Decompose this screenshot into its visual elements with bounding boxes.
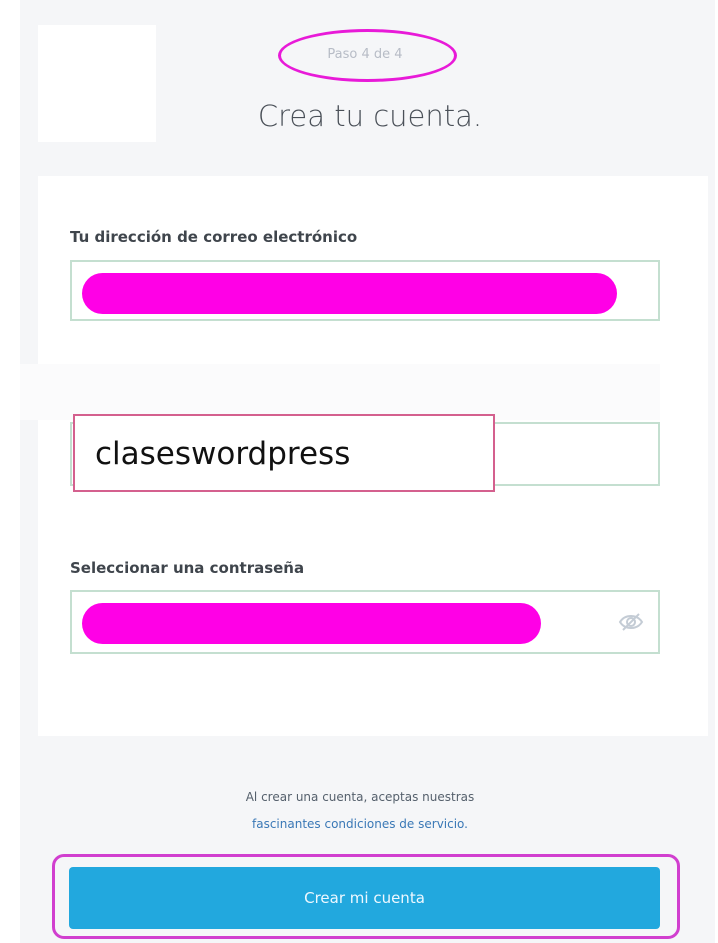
email-label: Tu dirección de correo electrónico bbox=[70, 228, 358, 246]
username-callout: claseswordpress bbox=[73, 414, 495, 492]
step-highlight-circle bbox=[278, 29, 457, 82]
terms-link[interactable]: fascinantes condiciones de servicio. bbox=[160, 817, 560, 831]
password-redaction bbox=[82, 603, 541, 644]
email-redaction bbox=[82, 273, 617, 314]
username-label-obscured bbox=[20, 364, 660, 420]
logo-placeholder bbox=[38, 25, 156, 142]
password-field[interactable] bbox=[70, 590, 660, 654]
eye-slash-icon[interactable] bbox=[618, 610, 644, 634]
page-title: Crea tu cuenta. bbox=[257, 99, 483, 133]
username-value: claseswordpress bbox=[95, 436, 351, 472]
create-account-button[interactable]: Crear mi cuenta bbox=[69, 867, 660, 929]
password-label: Seleccionar una contraseña bbox=[70, 559, 305, 577]
terms-text: Al crear una cuenta, aceptas nuestras bbox=[245, 790, 475, 804]
email-field[interactable] bbox=[70, 260, 660, 321]
